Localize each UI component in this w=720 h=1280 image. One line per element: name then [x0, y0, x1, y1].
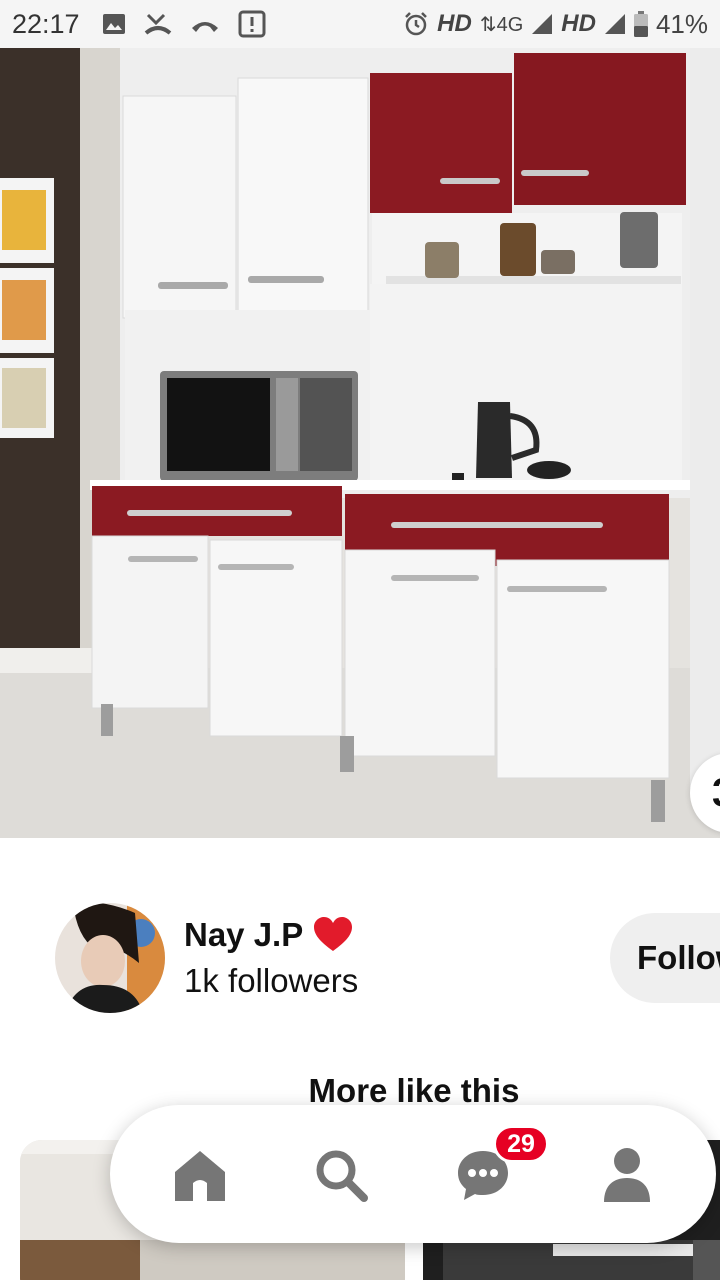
heart-icon: [313, 917, 353, 953]
bottom-navigation: 29: [110, 1105, 716, 1243]
status-bar: 22:17 HD ⇅4G HD 41%: [0, 0, 720, 48]
call-icon: [190, 14, 220, 34]
nav-home-button[interactable]: [170, 1145, 230, 1205]
signal-icon: [604, 13, 626, 35]
notification-icons: [102, 10, 266, 38]
alarm-icon: [403, 11, 429, 37]
network-hd-label: HD: [437, 10, 472, 37]
nav-profile-button[interactable]: [597, 1145, 657, 1205]
edge-indicator-label: 3: [712, 771, 720, 816]
status-time: 22:17: [12, 8, 80, 39]
kitchen-cabinet-photo: [0, 48, 720, 838]
battery-icon: [633, 11, 648, 37]
follow-button-label: Follow: [637, 939, 720, 976]
network-type: 4G: [496, 13, 524, 36]
follow-button[interactable]: Follow: [610, 913, 720, 1003]
nav-search-button[interactable]: [311, 1145, 371, 1205]
status-right: HD ⇅4G HD 41%: [403, 9, 708, 40]
pinner-name-text: Nay J.P: [184, 916, 304, 953]
alert-icon: [238, 10, 266, 38]
home-icon: [175, 1151, 225, 1201]
pin-detail-screen: 22:17 HD ⇅4G HD 41% Nay J.P 1k followers…: [0, 0, 720, 1280]
signal-icon: [531, 13, 553, 35]
battery-percent: 41%: [655, 8, 708, 39]
image-icon: [102, 12, 126, 36]
profile-icon: [604, 1148, 650, 1202]
pinner-row: Nay J.P 1k followers Follow: [0, 900, 720, 1015]
missed-call-icon: [144, 11, 172, 37]
pin-image[interactable]: 3: [0, 48, 720, 838]
network-4g-label: ⇅4G: [479, 13, 524, 36]
search-icon: [316, 1150, 368, 1202]
network-hd-label-2: HD: [561, 10, 596, 37]
avatar[interactable]: [55, 903, 165, 1013]
pinner-name[interactable]: Nay J.P: [184, 916, 353, 954]
messages-badge: 29: [493, 1125, 549, 1163]
follower-count: 1k followers: [184, 962, 359, 999]
